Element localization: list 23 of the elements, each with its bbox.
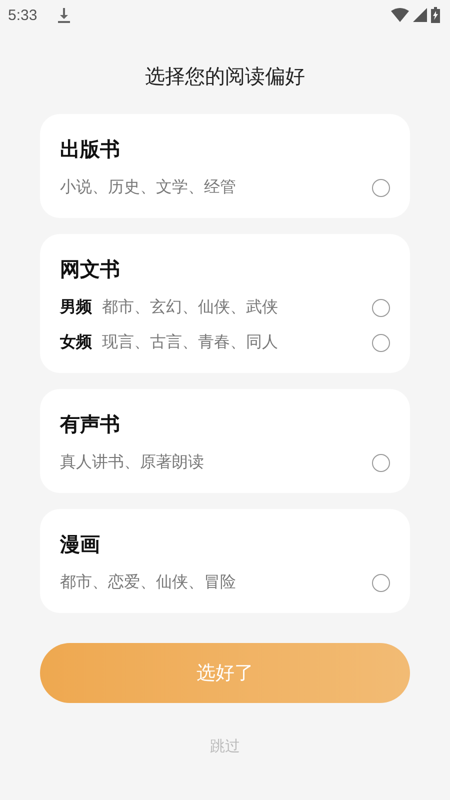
download-icon xyxy=(57,7,72,23)
page-title: 选择您的阅读偏好 xyxy=(144,63,306,90)
genre-list: 都市、恋爱、仙侠、冒险 xyxy=(60,572,362,593)
genre-list: 都市、玄幻、仙侠、武侠 xyxy=(102,297,362,318)
genre-list: 小说、历史、文学、经管 xyxy=(60,177,362,198)
radio-button[interactable] xyxy=(372,298,390,316)
radio-button[interactable] xyxy=(372,574,390,592)
radio-button[interactable] xyxy=(372,178,390,196)
option-label: 男频 xyxy=(60,297,92,318)
signal-icon xyxy=(413,8,427,22)
status-time: 5:33 xyxy=(8,6,38,24)
wifi-icon xyxy=(391,8,409,22)
category-title: 有声书 xyxy=(60,411,121,438)
battery-icon xyxy=(431,7,440,23)
genre-list: 真人讲书、原著朗读 xyxy=(60,452,362,473)
option-label: 女频 xyxy=(60,332,92,353)
radio-button[interactable] xyxy=(372,454,390,472)
radio-button[interactable] xyxy=(372,334,390,352)
category-title: 出版书 xyxy=(60,136,121,163)
category-title: 网文书 xyxy=(60,256,121,283)
skip-link[interactable]: 跳过 xyxy=(0,737,450,756)
category-title: 漫画 xyxy=(60,531,101,558)
genre-list: 现言、古言、青春、同人 xyxy=(102,332,362,353)
